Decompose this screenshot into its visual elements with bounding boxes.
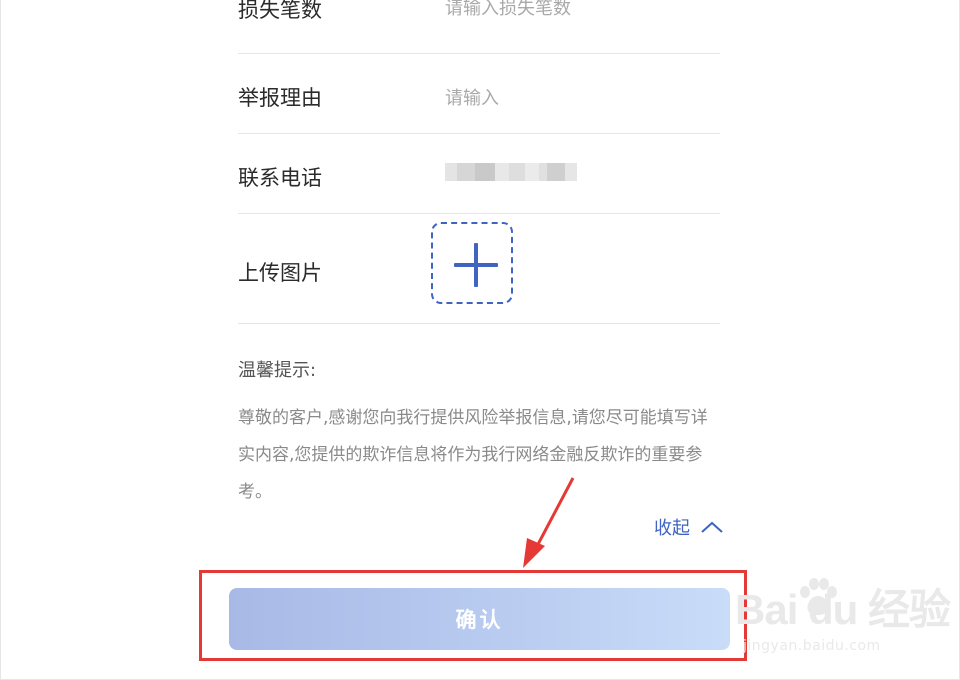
tips-title: 温馨提示:: [238, 360, 317, 381]
collapse-label: 收起: [654, 518, 690, 539]
red-arrow-annotation: [523, 477, 575, 568]
collapse-button[interactable]: 收起: [654, 514, 724, 540]
confirm-button-label: 确认: [455, 608, 504, 632]
tips-body: 尊敬的客户,感谢您向我行提供风险举报信息,请您尽可能填写详实内容,您提供的欺诈信…: [238, 408, 708, 502]
phone-label: 联系电话: [238, 166, 322, 190]
reason-input[interactable]: 请输入: [445, 84, 499, 110]
loss-count-row: 损失笔数 请输入损失笔数: [238, 0, 720, 54]
phone-input-blurred[interactable]: [445, 163, 577, 181]
upload-row: 上传图片: [238, 213, 720, 324]
watermark-site: jingyan.baidu.com: [743, 638, 881, 654]
chevron-up-icon: [701, 521, 723, 533]
plus-icon-vertical: [474, 243, 478, 287]
baidu-watermark: jingyan.baidu.com Bai du 经验: [735, 576, 951, 654]
upload-image-button[interactable]: [431, 222, 513, 304]
reason-row: 举报理由 请输入: [238, 53, 720, 134]
confirm-button[interactable]: 确认: [229, 588, 730, 650]
loss-count-input[interactable]: 请输入损失笔数: [445, 0, 571, 20]
paw-icon: [800, 578, 837, 615]
reason-label: 举报理由: [238, 86, 322, 110]
frame-left-border: [0, 0, 1, 680]
watermark-brand: Bai du 经验: [735, 586, 951, 633]
phone-row: 联系电话: [238, 133, 720, 214]
loss-count-label: 损失笔数: [238, 0, 322, 22]
upload-label: 上传图片: [238, 261, 322, 285]
